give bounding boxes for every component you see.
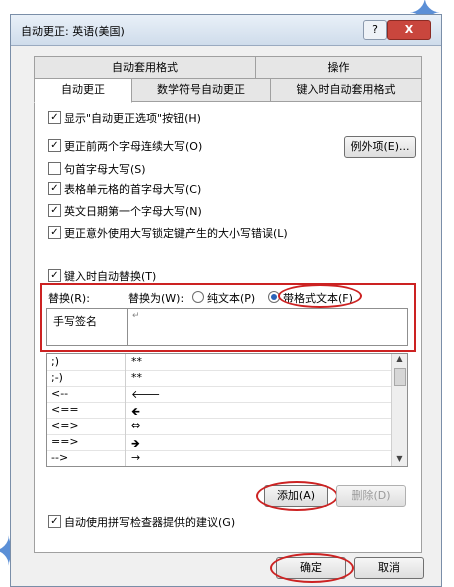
entry-from: <-- xyxy=(51,387,69,400)
delete-button[interactable]: 删除(D) xyxy=(336,485,406,507)
entry-to: 🡐 xyxy=(131,388,161,401)
tab-actions[interactable]: 操作 xyxy=(255,56,422,80)
window-title: 自动更正: 英语(美国) xyxy=(21,25,125,38)
list-item[interactable]: <-- 🡐 xyxy=(47,386,391,403)
replace-as-you-type-label: 键入时自动替换(T) xyxy=(64,270,157,283)
spellcheck-label: 自动使用拼写检查器提供的建议(G) xyxy=(64,516,236,529)
tab-autocorrect[interactable]: 自动更正 xyxy=(34,78,132,103)
replace-label: 替换(R): xyxy=(48,292,90,305)
cancel-button[interactable]: 取消 xyxy=(354,557,424,579)
list-item[interactable]: <=> ⇔ xyxy=(47,418,391,435)
entry-to: → xyxy=(131,451,141,464)
entry-from: <=> xyxy=(51,419,79,432)
replace-value: 手写签名 xyxy=(53,315,97,328)
list-item[interactable]: ==> 🡺 xyxy=(47,434,391,451)
capitalize-day-names-checkbox[interactable]: ✓ xyxy=(48,204,61,217)
entry-from: ;-) xyxy=(51,371,63,384)
with-value: ↵ xyxy=(132,311,140,321)
list-item[interactable]: <== 🡸 xyxy=(47,402,391,419)
autocorrect-entries-list[interactable]: ;) ** ;-) ** <-- 🡐 <== 🡸 <=> ⇔ ==> 🡺 --> → ▲ ▼ xyxy=(46,353,408,467)
title-bar: 自动更正: 英语(美国) ? X xyxy=(11,15,441,46)
with-label: 替换为(W): xyxy=(128,292,185,305)
entry-from: ==> xyxy=(51,435,79,448)
entry-from: <== xyxy=(51,403,79,416)
list-item[interactable]: ;-) ** xyxy=(47,370,391,387)
caps-lock-label: 更正意外使用大写锁定键产生的大小写错误(L) xyxy=(64,227,288,240)
list-scrollbar[interactable]: ▲ ▼ xyxy=(391,354,407,466)
plain-text-label: 纯文本(P) xyxy=(207,292,256,305)
spellcheck-checkbox[interactable]: ✓ xyxy=(48,515,61,528)
tab-autoformat[interactable]: 自动套用格式 xyxy=(34,56,256,80)
entry-to: ** xyxy=(131,355,142,368)
entry-from: --> xyxy=(51,451,69,464)
formatted-text-highlight xyxy=(278,284,362,308)
scroll-up-icon[interactable]: ▲ xyxy=(392,354,407,366)
scroll-thumb[interactable] xyxy=(394,368,406,386)
entry-from: ;) xyxy=(51,355,59,368)
list-item[interactable]: ;) ** xyxy=(47,354,391,371)
show-options-checkbox[interactable]: ✓ xyxy=(48,111,61,124)
ok-button-highlight xyxy=(270,553,354,583)
two-initial-caps-label: 更正前两个字母连续大写(O) xyxy=(64,140,203,153)
help-button[interactable]: ? xyxy=(363,20,387,40)
show-options-label: 显示"自动更正选项"按钮(H) xyxy=(64,112,201,125)
capitalize-table-cell-label: 表格单元格的首字母大写(C) xyxy=(64,183,202,196)
caps-lock-checkbox[interactable]: ✓ xyxy=(48,226,61,239)
with-input[interactable]: ↵ xyxy=(127,308,408,346)
capitalize-sentence-checkbox[interactable] xyxy=(48,162,61,175)
capitalize-sentence-label: 句首字母大写(S) xyxy=(64,163,146,176)
entry-to: ** xyxy=(131,371,142,384)
add-button-highlight xyxy=(256,481,338,511)
scroll-down-icon[interactable]: ▼ xyxy=(392,454,407,466)
replace-as-you-type-checkbox[interactable]: ✓ xyxy=(48,269,61,282)
capitalize-table-cell-checkbox[interactable]: ✓ xyxy=(48,182,61,195)
plain-text-radio[interactable] xyxy=(192,291,204,303)
tab-math-autocorrect[interactable]: 数学符号自动更正 xyxy=(131,78,271,102)
exceptions-button[interactable]: 例外项(E)... xyxy=(344,136,416,158)
tab-autoformat-as-you-type[interactable]: 键入时自动套用格式 xyxy=(270,78,422,102)
close-button[interactable]: X xyxy=(387,20,431,40)
list-item[interactable]: --> → xyxy=(47,450,391,466)
entry-to: ⇔ xyxy=(131,419,141,432)
replace-input[interactable]: 手写签名 xyxy=(46,308,128,346)
two-initial-caps-checkbox[interactable]: ✓ xyxy=(48,139,61,152)
capitalize-day-names-label: 英文日期第一个字母大写(N) xyxy=(64,205,202,218)
